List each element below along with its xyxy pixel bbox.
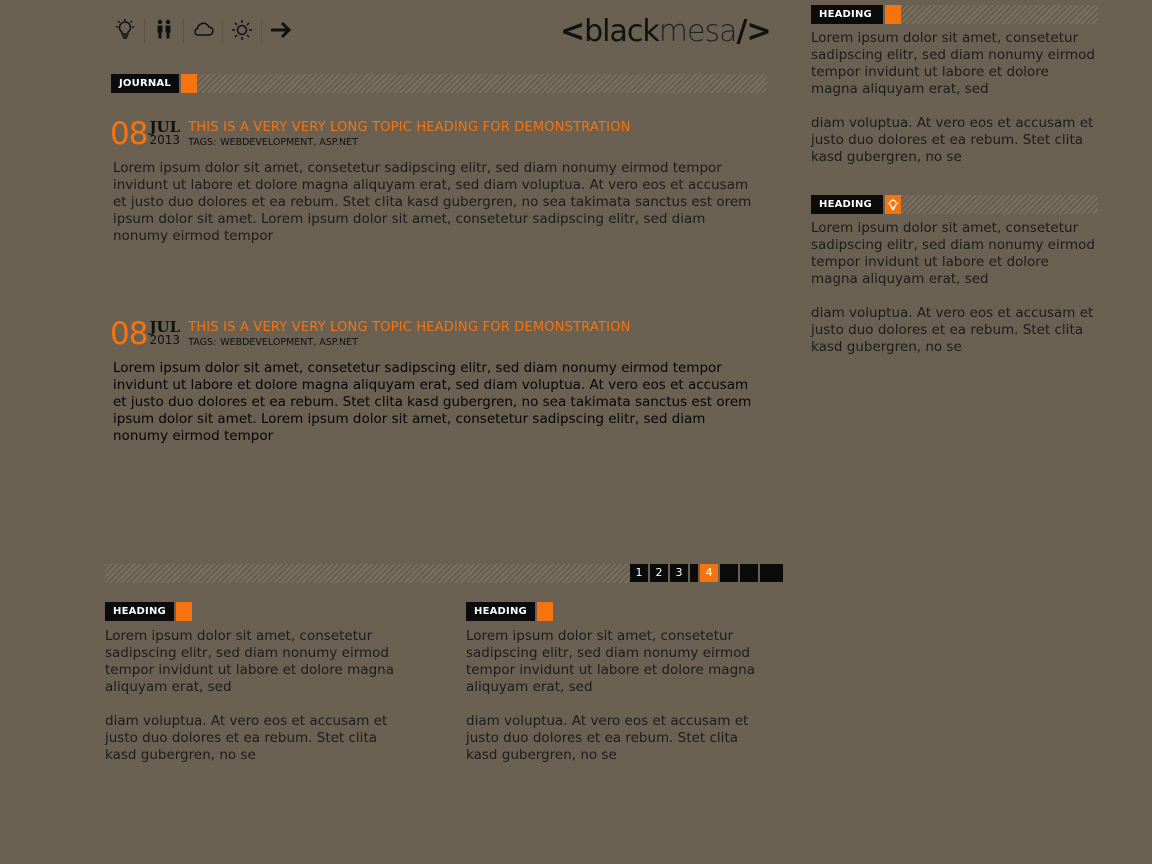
tags-label: TAGS: bbox=[188, 337, 217, 348]
widget-heading: HEADING bbox=[811, 195, 883, 214]
post-paragraph: Lorem ipsum dolor sit amet, consetetur s… bbox=[113, 360, 749, 393]
post-year: 2013 bbox=[149, 333, 180, 347]
toolbar-divider bbox=[261, 18, 262, 42]
post-day: 08 bbox=[110, 116, 148, 152]
page-link[interactable]: 3 bbox=[670, 564, 688, 582]
journal-label: JOURNAL bbox=[111, 74, 179, 93]
post-date: JUL 2013 bbox=[149, 120, 180, 147]
widget-paragraph: diam voluptua. At vero eos et accusam et… bbox=[105, 713, 388, 763]
widget-paragraph: Lorem ipsum dolor sit amet, consetetur s… bbox=[466, 628, 755, 695]
post-date: JUL 2013 bbox=[149, 320, 180, 347]
post-month: JUL bbox=[149, 118, 181, 136]
widget-heading: HEADING bbox=[466, 602, 535, 621]
sidebar-widget: HEADING Lorem ipsum dolor sit amet, cons… bbox=[811, 195, 1098, 356]
widget-paragraph: diam voluptua. At vero eos et accusam et… bbox=[811, 115, 1094, 165]
widget-text: Lorem ipsum dolor sit amet, consetetur s… bbox=[811, 220, 1098, 356]
toolbar-divider bbox=[144, 18, 145, 42]
post-paragraph: et justo duo dolores et ea rebum. Stet c… bbox=[113, 394, 752, 444]
widget-text: Lorem ipsum dolor sit amet, consetetur s… bbox=[811, 30, 1098, 166]
hatch-pattern bbox=[901, 195, 1098, 214]
page-link-active[interactable]: 4 bbox=[700, 564, 718, 582]
widget-heading: HEADING bbox=[105, 602, 174, 621]
page-link[interactable]: 1 bbox=[630, 564, 648, 582]
hatch-pattern bbox=[105, 564, 630, 583]
accent-square bbox=[536, 602, 553, 621]
accent-square bbox=[885, 5, 901, 24]
post-title-column: THIS IS A VERY VERY LONG TOPIC HEADING F… bbox=[188, 118, 630, 149]
widget-heading-bar: HEADING bbox=[466, 602, 766, 621]
journal-bar: JOURNAL bbox=[111, 74, 767, 93]
widget-paragraph: Lorem ipsum dolor sit amet, consetetur s… bbox=[105, 628, 394, 695]
tag-links[interactable]: WEBDEVELOPMENT, ASP.NET bbox=[220, 337, 358, 348]
widget-text: Lorem ipsum dolor sit amet, consetetur s… bbox=[466, 628, 766, 764]
hatch-pattern bbox=[901, 5, 1098, 24]
widget-paragraph: Lorem ipsum dolor sit amet, consetetur s… bbox=[811, 220, 1095, 287]
widget-paragraph: diam voluptua. At vero eos et accusam et… bbox=[811, 305, 1094, 355]
page-link[interactable] bbox=[720, 564, 738, 582]
post-header: 08 JUL 2013 THIS IS A VERY VERY LONG TOP… bbox=[110, 118, 760, 154]
post-month: JUL bbox=[149, 318, 181, 336]
post-body: Lorem ipsum dolor sit amet, consetetur s… bbox=[110, 360, 760, 445]
widget-heading-bar: HEADING bbox=[811, 195, 1098, 214]
toolbar-divider bbox=[222, 18, 223, 42]
post-body: Lorem ipsum dolor sit amet, consetetur s… bbox=[110, 160, 760, 245]
logo-bracket-left: < bbox=[560, 14, 585, 49]
post-tags: TAGS: WEBDEVELOPMENT, ASP.NET bbox=[188, 137, 630, 149]
post-tags: TAGS: WEBDEVELOPMENT, ASP.NET bbox=[188, 337, 630, 349]
widget-text: Lorem ipsum dolor sit amet, consetetur s… bbox=[105, 628, 405, 764]
logo-bracket-right: /> bbox=[736, 14, 771, 49]
arrow-right-icon[interactable] bbox=[267, 16, 295, 44]
bottom-widget: HEADING Lorem ipsum dolor sit amet, cons… bbox=[105, 602, 405, 764]
widget-paragraph: Lorem ipsum dolor sit amet, consetetur s… bbox=[811, 30, 1095, 97]
page-spacer bbox=[690, 564, 698, 582]
post-year: 2013 bbox=[149, 133, 180, 147]
page-link[interactable] bbox=[760, 564, 783, 582]
post-title-column: THIS IS A VERY VERY LONG TOPIC HEADING F… bbox=[188, 318, 630, 349]
bottom-widget: HEADING Lorem ipsum dolor sit amet, cons… bbox=[466, 602, 766, 764]
widget-paragraph: diam voluptua. At vero eos et accusam et… bbox=[466, 713, 749, 763]
people-icon[interactable] bbox=[150, 16, 178, 44]
lightbulb-icon bbox=[885, 195, 901, 214]
post-paragraph: Lorem ipsum dolor sit amet, consetetur s… bbox=[113, 160, 749, 193]
page-link[interactable] bbox=[740, 564, 758, 582]
pagination-bar bbox=[105, 564, 630, 583]
accent-square bbox=[175, 602, 192, 621]
logo-black: black bbox=[584, 14, 660, 49]
icon-toolbar bbox=[111, 16, 295, 44]
widget-heading-bar: HEADING bbox=[811, 5, 1098, 24]
journal-post: 08 JUL 2013 THIS IS A VERY VERY LONG TOP… bbox=[110, 318, 760, 445]
cloud-icon[interactable] bbox=[189, 16, 217, 44]
journal-post: 08 JUL 2013 THIS IS A VERY VERY LONG TOP… bbox=[110, 118, 760, 245]
post-title[interactable]: THIS IS A VERY VERY LONG TOPIC HEADING F… bbox=[188, 120, 630, 136]
accent-square bbox=[180, 74, 197, 93]
hatch-pattern bbox=[196, 74, 767, 93]
page-link[interactable]: 2 bbox=[650, 564, 668, 582]
post-header: 08 JUL 2013 THIS IS A VERY VERY LONG TOP… bbox=[110, 318, 760, 354]
tag-links[interactable]: WEBDEVELOPMENT, ASP.NET bbox=[220, 137, 358, 148]
tags-label: TAGS: bbox=[188, 137, 217, 148]
post-day: 08 bbox=[110, 316, 148, 352]
site-logo[interactable]: <blackmesa/> bbox=[560, 14, 772, 50]
logo-mesa: mesa bbox=[658, 14, 738, 49]
sun-icon[interactable] bbox=[228, 16, 256, 44]
widget-heading-bar: HEADING bbox=[105, 602, 405, 621]
post-title[interactable]: THIS IS A VERY VERY LONG TOPIC HEADING F… bbox=[188, 320, 630, 336]
widget-heading: HEADING bbox=[811, 5, 883, 24]
post-paragraph: et justo duo dolores et ea rebum. Stet c… bbox=[113, 194, 752, 244]
lightbulb-icon[interactable] bbox=[111, 16, 139, 44]
toolbar-divider bbox=[183, 18, 184, 42]
sidebar-widget: HEADING Lorem ipsum dolor sit amet, cons… bbox=[811, 5, 1098, 166]
pagination: 1 2 3 4 bbox=[630, 564, 785, 582]
